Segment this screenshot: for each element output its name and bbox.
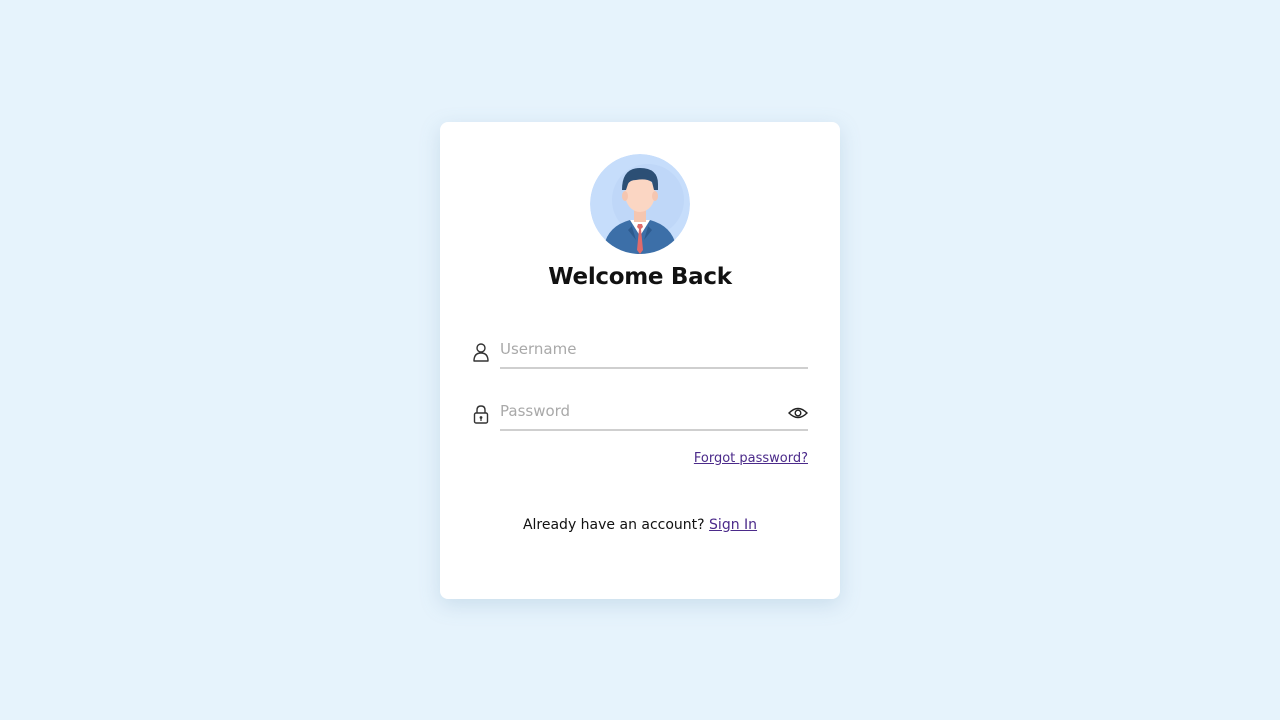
sign-in-link[interactable]: Sign In <box>709 517 757 533</box>
eye-icon[interactable] <box>788 405 808 419</box>
user-icon <box>472 342 490 362</box>
password-field <box>500 397 808 431</box>
signin-prompt: Already have an account? Sign In <box>440 517 840 533</box>
username-input[interactable] <box>500 335 770 363</box>
username-field <box>500 335 808 369</box>
login-card: Welcome Back Forgot password? Already ha… <box>440 122 840 599</box>
forgot-password-link[interactable]: Forgot password? <box>694 451 808 466</box>
businessman-avatar-icon <box>590 154 690 254</box>
footer-text: Already have an account? <box>522 517 705 533</box>
page-title: Welcome Back <box>548 264 732 290</box>
password-input[interactable] <box>500 397 770 425</box>
lock-icon <box>472 404 490 424</box>
